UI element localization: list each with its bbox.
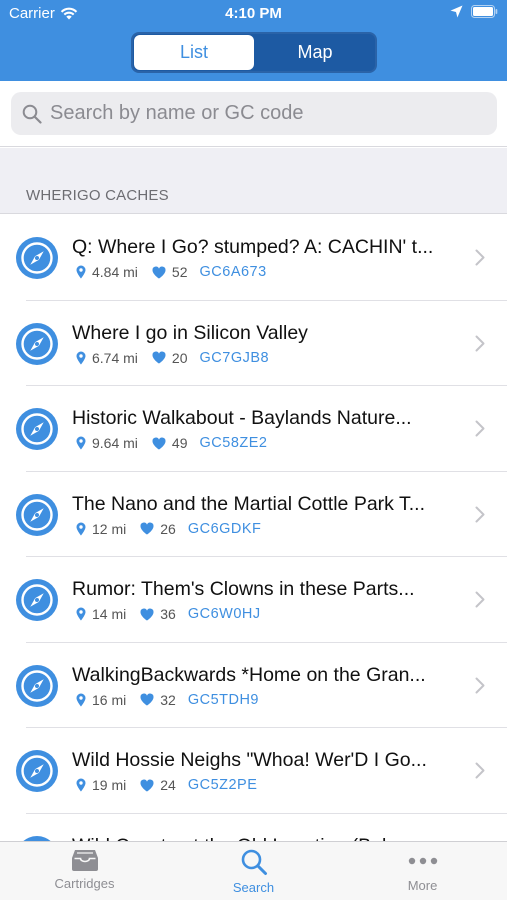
location-pin-icon	[76, 693, 86, 706]
compass-icon	[16, 237, 58, 279]
cache-favorites: 52	[171, 264, 188, 280]
chevron-right-icon	[475, 591, 485, 608]
cache-distance: 16 mi	[92, 691, 127, 708]
cache-favorites: 49	[171, 435, 188, 451]
cache-meta: 6.74 mi 20 GC7GJB8	[76, 350, 269, 366]
cache-distance: 9.64 mi	[92, 435, 138, 451]
search-input[interactable]	[50, 102, 470, 125]
compass-icon	[16, 322, 58, 365]
cache-title: Rumor: Them's Clowns in these Parts...	[72, 578, 415, 600]
tab-search[interactable]: Search	[169, 842, 338, 900]
cache-meta: 4.84 mi 52 GC6A673	[76, 264, 267, 280]
cache-title: Q: Where I Go? stumped? A: CACHIN' t...	[72, 236, 434, 258]
chevron-right-icon	[475, 762, 485, 779]
location-pin-icon	[76, 436, 86, 450]
cache-gc-code: GC6A673	[199, 264, 267, 280]
cache-gc-code: GC7GJB8	[199, 349, 270, 366]
heart-icon	[140, 693, 154, 706]
status-bar: Carrier 4:10 PM	[0, 0, 507, 28]
compass-icon	[16, 408, 58, 450]
cache-distance: 12 mi	[92, 520, 127, 537]
cache-title: The Nano and the Martial Cottle Park T..…	[72, 492, 425, 515]
chevron-right-icon	[475, 335, 485, 351]
segment-map[interactable]: Map	[255, 34, 375, 71]
compass-icon	[16, 750, 58, 792]
cache-distance: 19 mi	[92, 777, 127, 793]
cache-meta: 12 mi 26 GC6GDKF	[76, 521, 261, 537]
location-pin-icon	[76, 265, 86, 279]
cache-list: Q: Where I Go? stumped? A: CACHIN' t... 4…	[0, 215, 507, 841]
cache-title: WalkingBackwards *Home on the Gran...	[72, 663, 426, 686]
cache-favorites: 32	[160, 691, 176, 708]
chevron-right-icon	[475, 677, 485, 693]
chevron-right-icon	[475, 249, 485, 266]
list-item[interactable]: Where I go in Silicon Valley 6.74 mi 20 GC7…	[0, 301, 507, 387]
heart-icon	[152, 437, 166, 449]
tab-cartridges[interactable]: Cartridges	[0, 842, 169, 900]
header: Carrier 4:10 PM List Map	[0, 0, 507, 81]
battery-icon	[471, 5, 498, 18]
location-pin-icon	[76, 778, 86, 792]
heart-icon	[152, 266, 166, 278]
heart-icon	[140, 522, 154, 535]
tab-bar: Cartridges Search More	[0, 841, 507, 900]
tray-icon	[71, 850, 98, 871]
tab-search-label: Search	[232, 880, 275, 895]
status-right	[450, 5, 498, 18]
search-bar[interactable]	[11, 92, 497, 135]
heart-icon	[140, 779, 154, 791]
cache-title: Wild Hossie Neighs "Whoa! Wer'D I Go...	[72, 749, 427, 771]
ellipsis-icon	[408, 857, 437, 865]
cache-meta: 14 mi 36 GC6W0HJ	[76, 606, 261, 622]
list-item[interactable]: Wild Hossie Neighs "Whoa! Wer'D I Go... 1…	[0, 728, 507, 814]
heart-icon	[140, 608, 154, 620]
cache-gc-code: GC6W0HJ	[187, 606, 261, 622]
cache-gc-code: GC6GDKF	[187, 520, 262, 537]
view-mode-segmented-control: List Map	[131, 32, 377, 73]
list-item[interactable]: Wild Coyote at the Old Location (Bel...	[0, 814, 507, 841]
cache-meta: 16 mi 32 GC5TDH9	[76, 692, 259, 708]
cache-meta: 9.64 mi 49 GC58ZE2	[76, 435, 267, 451]
compass-icon	[16, 493, 58, 536]
list-item[interactable]: Q: Where I Go? stumped? A: CACHIN' t... 4…	[0, 215, 507, 301]
section-header: WHERIGO CACHES	[0, 148, 507, 214]
list-item[interactable]: Rumor: Them's Clowns in these Parts... 14…	[0, 557, 507, 643]
tab-more[interactable]: More	[338, 842, 507, 900]
app-root: Carrier 4:10 PM List Map Search by name …	[0, 0, 507, 900]
list-item[interactable]: WalkingBackwards *Home on the Gran... 16 …	[0, 643, 507, 729]
cache-favorites: 26	[160, 520, 176, 537]
cache-meta: 19 mi 24 GC5Z2PE	[76, 777, 257, 793]
search-icon	[241, 849, 267, 875]
compass-icon	[16, 664, 58, 707]
cache-gc-code: GC5TDH9	[187, 691, 259, 708]
clock: 4:10 PM	[225, 5, 282, 22]
location-pin-icon	[76, 351, 86, 364]
tab-cartridges-label: Cartridges	[54, 876, 115, 891]
cache-distance: 14 mi	[92, 606, 127, 622]
segment-list[interactable]: List	[134, 35, 254, 70]
cache-favorites: 24	[160, 777, 176, 793]
cache-favorites: 20	[171, 349, 188, 366]
search-icon	[22, 104, 42, 124]
cache-title: Where I go in Silicon Valley	[72, 321, 308, 344]
search-area	[0, 81, 507, 147]
cache-favorites: 36	[160, 606, 176, 622]
chevron-right-icon	[475, 506, 485, 522]
cache-distance: 6.74 mi	[92, 349, 138, 366]
location-arrow-icon	[450, 5, 463, 18]
section-title: WHERIGO CACHES	[26, 187, 169, 204]
list-item[interactable]: The Nano and the Martial Cottle Park T..…	[0, 472, 507, 558]
compass-icon	[16, 579, 58, 621]
tab-more-label: More	[407, 878, 438, 893]
cache-gc-code: GC5Z2PE	[187, 777, 258, 793]
heart-icon	[152, 351, 166, 364]
location-pin-icon	[76, 522, 86, 535]
chevron-right-icon	[475, 420, 485, 437]
cache-distance: 4.84 mi	[92, 264, 138, 280]
cache-title: Historic Walkabout - Baylands Nature...	[72, 407, 412, 429]
location-pin-icon	[76, 607, 86, 621]
cache-gc-code: GC58ZE2	[199, 435, 268, 451]
list-item[interactable]: Historic Walkabout - Baylands Nature... 9…	[0, 386, 507, 472]
